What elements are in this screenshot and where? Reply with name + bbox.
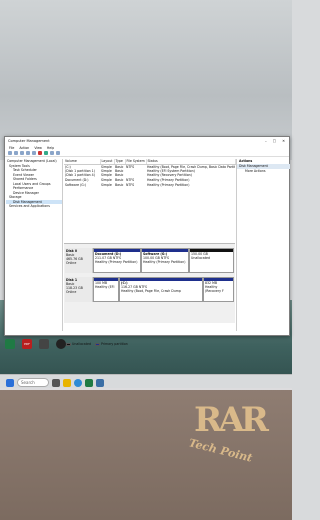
menu-action[interactable]: Action	[19, 146, 29, 150]
volume-list: Volume Layout Type File System Status (C…	[64, 159, 236, 187]
app-icon	[39, 339, 49, 349]
disk-0-label[interactable]: Disk 0 Basic 465.76 GB Online	[65, 248, 93, 273]
task-view-icon[interactable]	[52, 378, 60, 387]
edge-icon[interactable]	[74, 378, 82, 387]
disk-management-pane: Volume Layout Type File System Status (C…	[64, 159, 236, 346]
desktop-icon-pdf[interactable]: PDF	[21, 339, 33, 351]
desktop-icon-media[interactable]	[55, 339, 67, 351]
pdf-icon: PDF	[22, 339, 32, 349]
back-icon[interactable]	[8, 151, 12, 155]
more-actions-link[interactable]: More Actions	[237, 169, 290, 174]
desktop-icon-app[interactable]	[38, 339, 50, 351]
partition-recovery[interactable]: 832 MB Healthy (Recovery F	[203, 277, 234, 302]
partition-software-g[interactable]: Software (G:) 100.00 GB NTFS Healthy (Pr…	[141, 248, 189, 273]
partition-document-d[interactable]: Document (D:) 211.07 GB NTFS Healthy (Pr…	[93, 248, 141, 273]
computer-management-taskbar-icon[interactable]	[96, 378, 104, 387]
file-explorer-icon[interactable]	[63, 378, 71, 387]
disk-0-row: Disk 0 Basic 465.76 GB Online Document (…	[65, 248, 234, 273]
properties-icon[interactable]	[26, 151, 30, 155]
navigation-tree: Computer Management (Local) System Tools…	[6, 159, 63, 331]
partition-efi[interactable]: 100 MB Healthy (EFI	[93, 277, 119, 302]
partition-unallocated[interactable]: 150.00 GB Unallocated	[189, 248, 234, 273]
check-icon[interactable]	[44, 151, 48, 155]
table-row[interactable]: Software (G:) Simple Basic NTFS Healthy (Pri…	[64, 182, 235, 187]
legend-primary: Primary partition	[94, 342, 128, 346]
excel-icon	[5, 339, 15, 349]
forward-icon[interactable]	[14, 151, 18, 155]
title-bar: Computer Management – □ ✕	[5, 137, 289, 145]
delete-icon[interactable]	[38, 151, 42, 155]
media-icon	[56, 339, 66, 349]
computer-management-window: Computer Management – □ ✕ File Action Vi…	[4, 136, 290, 346]
window-title: Computer Management	[8, 139, 50, 143]
desktop-icon-excel[interactable]	[4, 339, 16, 351]
logo-mark: RAR	[194, 400, 269, 440]
primary-swatch	[94, 342, 100, 346]
taskbar-search[interactable]: Search	[17, 378, 49, 387]
disk-1-label[interactable]: Disk 1 Basic 118.23 GB Online	[65, 277, 93, 302]
up-icon[interactable]	[20, 151, 24, 155]
start-icon[interactable]	[6, 378, 14, 387]
logo-text: Tech Point	[187, 436, 254, 465]
view-icon[interactable]	[56, 151, 60, 155]
menu-view[interactable]: View	[34, 146, 42, 150]
tree-item-root[interactable]: Computer Management (Local)	[6, 159, 62, 164]
menu-help[interactable]: Help	[47, 146, 54, 150]
desktop-icons: PDF	[4, 339, 67, 351]
menu-file[interactable]: File	[9, 146, 14, 150]
watermark-logo: RAR Tech Point	[180, 400, 280, 470]
taskbar: Search	[0, 374, 292, 390]
minimize-button[interactable]: –	[265, 139, 267, 143]
close-button[interactable]: ✕	[282, 139, 285, 143]
disk-1-row: Disk 1 Basic 118.23 GB Online 100 MB Hea…	[65, 277, 234, 302]
search-icon[interactable]	[50, 151, 54, 155]
chrome-icon[interactable]	[85, 378, 93, 387]
legend: Unallocated Primary partition	[64, 342, 128, 346]
actions-pane: Actions Disk Management More Actions	[236, 159, 290, 331]
partition-c[interactable]: (C:) 116.27 GB NTFS Healthy (Boot, Page …	[119, 277, 203, 302]
legend-unallocated: Unallocated	[66, 342, 91, 346]
help-icon[interactable]	[32, 151, 36, 155]
maximize-button[interactable]: □	[273, 139, 276, 143]
toolbar	[5, 150, 289, 157]
tree-item-services[interactable]: Services and Applications	[6, 204, 62, 209]
disk-map: Disk 0 Basic 465.76 GB Online Document (…	[64, 243, 235, 323]
